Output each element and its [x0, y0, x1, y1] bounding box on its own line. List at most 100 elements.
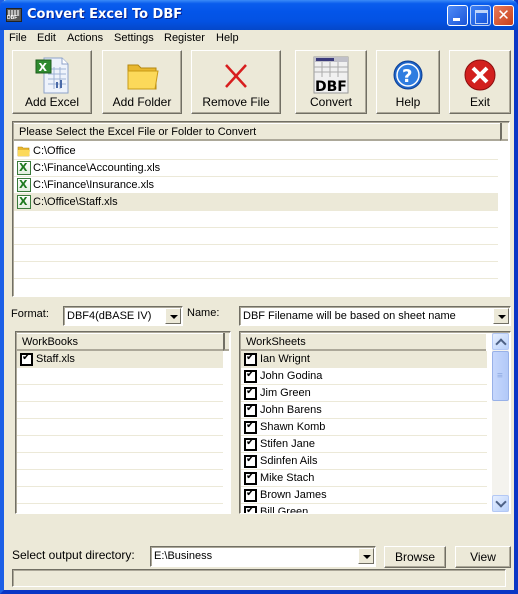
vertical-scrollbar[interactable]: [492, 333, 509, 512]
worksheet-item[interactable]: Stifen Jane: [241, 436, 487, 453]
name-select[interactable]: DBF Filename will be based on sheet name: [239, 306, 511, 326]
title-bar[interactable]: Convert Excel To DBF ✕: [0, 0, 518, 30]
format-label: Format:: [11, 308, 49, 320]
empty-row: [17, 436, 223, 453]
menu-edit[interactable]: Edit: [37, 32, 56, 44]
worksheet-name: Brown James: [260, 489, 327, 501]
workbooks-list[interactable]: WorkBooks Staff.xls: [15, 331, 231, 514]
worksheet-item[interactable]: Sdinfen Ails: [241, 453, 487, 470]
checkbox-checked[interactable]: [244, 437, 257, 451]
checkbox-checked[interactable]: [244, 403, 257, 417]
svg-text:DBF: DBF: [315, 79, 347, 95]
checkbox-checked[interactable]: [244, 454, 257, 468]
list-item[interactable]: C:\Finance\Insurance.xls: [14, 177, 498, 194]
svg-text:?: ?: [402, 66, 412, 87]
worksheet-item[interactable]: Brown James: [241, 487, 487, 504]
checkbox-checked[interactable]: [20, 352, 33, 366]
output-dir-value: E:\Business: [154, 550, 213, 562]
empty-row: [17, 487, 223, 504]
worksheets-header: WorkSheets: [241, 333, 486, 351]
empty-row: [17, 470, 223, 487]
empty-row: [17, 419, 223, 436]
empty-row: [14, 245, 498, 262]
list-item-selected[interactable]: C:\Office\Staff.xls: [14, 194, 498, 211]
file-path: C:\Office: [33, 145, 76, 157]
menu-help[interactable]: Help: [216, 32, 239, 44]
worksheet-item[interactable]: Bill Green: [241, 504, 487, 513]
chevron-down-icon[interactable]: [493, 308, 509, 324]
scroll-down-button[interactable]: [492, 495, 509, 512]
app-window: Convert Excel To DBF ✕ File Edit Actions…: [0, 0, 518, 594]
scroll-thumb[interactable]: [492, 351, 509, 401]
checkbox-checked[interactable]: [244, 386, 257, 400]
workbook-item[interactable]: Staff.xls: [17, 351, 223, 368]
excel-file-icon: X: [35, 57, 69, 94]
checkbox-checked[interactable]: [244, 352, 257, 366]
worksheet-name: Mike Stach: [260, 472, 315, 484]
checkbox-checked[interactable]: [244, 369, 257, 383]
menu-actions[interactable]: Actions: [67, 32, 103, 44]
checkbox-checked[interactable]: [244, 505, 257, 513]
workbooks-header: WorkBooks: [17, 333, 223, 351]
minimize-button[interactable]: [447, 5, 468, 26]
excel-icon: [17, 161, 31, 175]
empty-row: [17, 385, 223, 402]
file-list[interactable]: Please Select the Excel File or Folder t…: [12, 121, 510, 297]
close-button[interactable]: ✕: [493, 5, 514, 26]
help-button[interactable]: ? Help: [376, 50, 440, 114]
worksheet-name: Ian Wrignt: [260, 353, 310, 365]
menu-settings[interactable]: Settings: [114, 32, 154, 44]
checkbox-checked[interactable]: [244, 488, 257, 502]
worksheets-list[interactable]: WorkSheets Ian Wrignt John Godina Jim Gr…: [239, 331, 511, 514]
exit-button[interactable]: Exit: [449, 50, 511, 114]
empty-row: [17, 402, 223, 419]
worksheet-item[interactable]: John Barens: [241, 402, 487, 419]
convert-label: Convert: [309, 95, 353, 109]
menu-file[interactable]: File: [9, 32, 27, 44]
file-path: C:\Office\Staff.xls: [33, 196, 118, 208]
maximize-button[interactable]: [470, 5, 491, 26]
browse-button[interactable]: Browse: [384, 546, 446, 568]
list-item[interactable]: C:\Office: [14, 143, 498, 160]
remove-file-label: Remove File: [202, 95, 270, 109]
exit-icon: [464, 59, 496, 91]
remove-file-button[interactable]: Remove File: [191, 50, 281, 114]
menu-register[interactable]: Register: [164, 32, 205, 44]
list-item[interactable]: C:\Finance\Accounting.xls: [14, 160, 498, 177]
add-excel-button[interactable]: X Add Excel: [12, 50, 92, 114]
file-path: C:\Finance\Accounting.xls: [33, 162, 161, 174]
file-path: C:\Finance\Insurance.xls: [33, 179, 155, 191]
menu-bar: File Edit Actions Settings Register Help: [4, 30, 514, 48]
chevron-down-icon[interactable]: [358, 548, 374, 564]
format-select[interactable]: DBF4(dBASE IV): [63, 306, 183, 326]
workbook-name: Staff.xls: [36, 353, 75, 365]
worksheet-item[interactable]: Mike Stach: [241, 470, 487, 487]
chevron-down-icon[interactable]: [165, 308, 181, 324]
help-question-icon: ?: [393, 60, 423, 90]
checkbox-checked[interactable]: [244, 420, 257, 434]
scroll-up-button[interactable]: [492, 333, 509, 350]
svg-text:X: X: [39, 61, 48, 74]
empty-row: [14, 228, 498, 245]
add-folder-button[interactable]: Add Folder: [102, 50, 182, 114]
worksheet-item[interactable]: John Godina: [241, 368, 487, 385]
convert-button[interactable]: DBF Convert: [295, 50, 367, 114]
view-button[interactable]: View: [455, 546, 511, 568]
remove-x-icon: [225, 64, 247, 88]
app-icon: [6, 8, 22, 22]
worksheet-item[interactable]: Ian Wrignt: [241, 351, 487, 368]
help-label: Help: [395, 95, 421, 109]
checkbox-checked[interactable]: [244, 471, 257, 485]
empty-row: [17, 453, 223, 470]
worksheet-item[interactable]: Shawn Komb: [241, 419, 487, 436]
output-dir-select[interactable]: E:\Business: [150, 546, 376, 567]
empty-row: [14, 262, 498, 279]
dbf-table-icon: DBF: [313, 56, 349, 95]
output-dir-label: Select output directory:: [12, 548, 135, 562]
worksheet-item[interactable]: Jim Green: [241, 385, 487, 402]
worksheet-name: Bill Green: [260, 506, 309, 513]
excel-icon: [17, 178, 31, 192]
worksheet-name: John Godina: [260, 370, 323, 382]
worksheet-name: John Barens: [260, 404, 322, 416]
add-excel-label: Add Excel: [24, 95, 80, 109]
